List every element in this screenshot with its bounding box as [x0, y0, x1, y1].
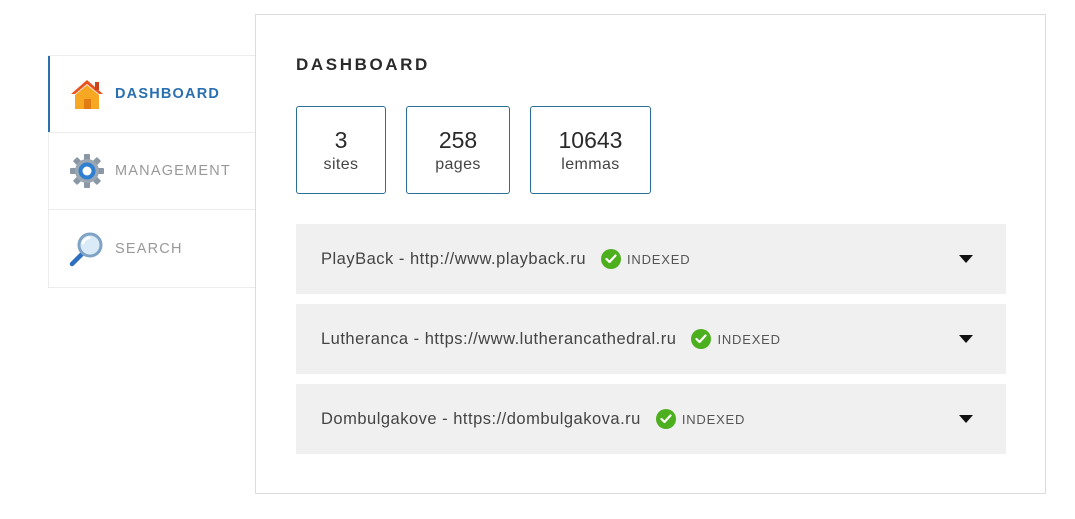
stats-row: 3 sites 258 pages 10643 lemmas	[296, 106, 651, 194]
check-icon	[691, 329, 712, 349]
sidebar-item-dashboard[interactable]: DASHBOARD	[48, 56, 255, 133]
gear-icon	[69, 153, 105, 189]
stat-value: 10643	[558, 127, 623, 153]
expand-arrow-icon[interactable]	[958, 413, 974, 425]
dashboard-panel: DASHBOARD 3 sites 258 pages 10643 lemmas…	[255, 14, 1046, 494]
site-list: PlayBack - http://www.playback.ru INDEXE…	[296, 224, 1006, 464]
site-row[interactable]: Lutheranca - https://www.lutherancathedr…	[296, 304, 1006, 374]
page-title: DASHBOARD	[296, 55, 430, 74]
site-name: Lutheranca - https://www.lutherancathedr…	[321, 329, 677, 348]
stat-card-lemmas: 10643 lemmas	[530, 106, 651, 194]
status-text: INDEXED	[681, 411, 746, 427]
status-badge: INDEXED	[601, 249, 690, 269]
expand-arrow-icon[interactable]	[958, 253, 974, 265]
status-text: INDEXED	[717, 331, 781, 347]
expand-arrow-icon[interactable]	[958, 333, 974, 345]
stat-label: sites	[323, 156, 359, 173]
site-name: Dombulgakove - https://dombulgakova.ru	[321, 409, 641, 428]
sidebar-item-management[interactable]: MANAGEMENT	[49, 133, 255, 210]
status-badge: INDEXED	[691, 329, 780, 349]
status-badge: INDEXED	[655, 409, 746, 429]
stat-label: lemmas	[561, 156, 620, 173]
stat-label: pages	[435, 156, 481, 173]
magnifier-icon	[69, 231, 105, 267]
check-icon	[655, 409, 676, 429]
stat-card-pages: 258 pages	[406, 106, 510, 194]
home-icon	[69, 76, 105, 112]
stat-value: 3	[334, 127, 348, 153]
site-name: PlayBack - http://www.playback.ru	[321, 249, 587, 268]
sidebar-item-search[interactable]: SEARCH	[49, 210, 255, 287]
site-row[interactable]: Dombulgakove - https://dombulgakova.ru I…	[296, 384, 1006, 454]
stat-card-sites: 3 sites	[296, 106, 386, 194]
sidebar: DASHBOARD MANAGEMENT SEARCH	[48, 55, 255, 288]
sidebar-item-label: DASHBOARD	[115, 86, 221, 102]
site-row[interactable]: PlayBack - http://www.playback.ru INDEXE…	[296, 224, 1006, 294]
status-text: INDEXED	[627, 251, 691, 267]
check-icon	[601, 249, 622, 269]
stat-value: 258	[438, 127, 478, 153]
sidebar-item-label: SEARCH	[115, 240, 183, 257]
sidebar-item-label: MANAGEMENT	[115, 163, 231, 179]
